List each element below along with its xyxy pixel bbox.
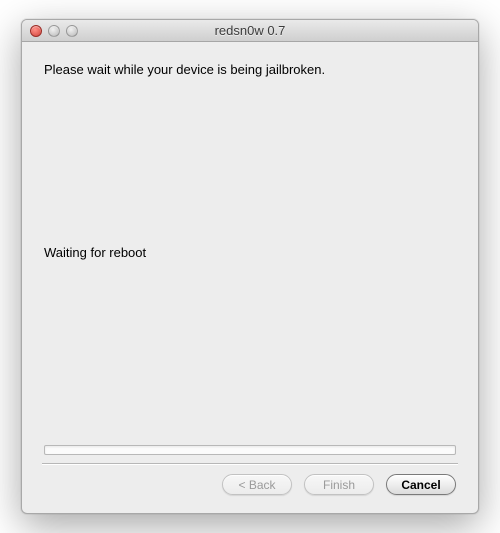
minimize-icon	[48, 25, 60, 37]
progress-bar	[44, 445, 456, 455]
progress-area: < Back Finish Cancel	[44, 445, 456, 501]
status-text: Waiting for reboot	[44, 245, 456, 260]
back-button: < Back	[222, 474, 292, 495]
cancel-button[interactable]: Cancel	[386, 474, 456, 495]
close-icon[interactable]	[30, 25, 42, 37]
titlebar: redsn0w 0.7	[22, 20, 478, 42]
content-area: Please wait while your device is being j…	[22, 42, 478, 513]
button-row: < Back Finish Cancel	[44, 474, 456, 501]
window-title: redsn0w 0.7	[22, 23, 478, 38]
finish-button: Finish	[304, 474, 374, 495]
zoom-icon	[66, 25, 78, 37]
instruction-text: Please wait while your device is being j…	[44, 62, 456, 77]
traffic-lights	[22, 25, 78, 37]
window: redsn0w 0.7 Please wait while your devic…	[21, 19, 479, 514]
separator	[42, 463, 458, 464]
